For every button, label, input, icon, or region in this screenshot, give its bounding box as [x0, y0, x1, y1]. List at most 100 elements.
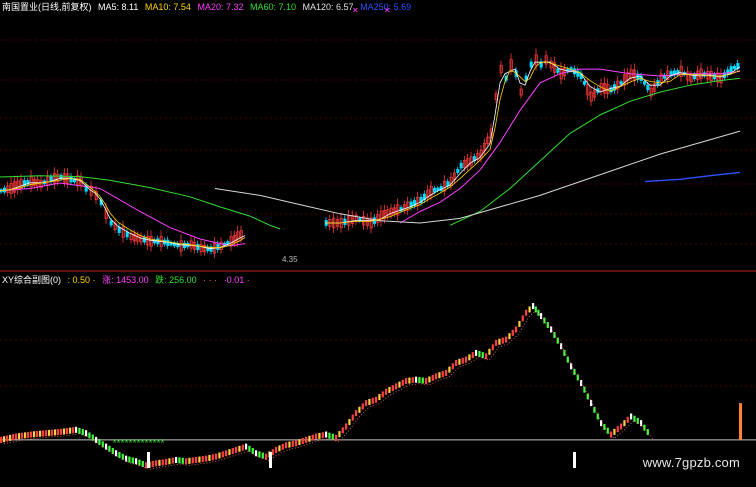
oscillator-bar [633, 415, 636, 422]
oscillator-bar [6, 435, 9, 442]
oscillator-bar [613, 428, 616, 435]
candle [619, 81, 623, 85]
oscillator-bar [295, 440, 298, 447]
oscillator-bar [501, 337, 504, 344]
oscillator-bar [371, 397, 374, 404]
oscillator-bar [131, 457, 134, 464]
oscillator-bar [455, 359, 458, 366]
oscillator-bar [301, 438, 304, 445]
oscillator-bar [305, 436, 308, 443]
candle [69, 176, 73, 183]
ma5-line [325, 61, 741, 224]
ma20-line [0, 182, 246, 247]
oscillator-bar [341, 427, 344, 434]
oscillator-bar [405, 378, 408, 385]
oscillator-bar [285, 442, 288, 449]
oscillator-bar [60, 428, 63, 435]
oscillator-bar [528, 306, 531, 313]
fall-count: 跌: 256.00 [155, 275, 197, 285]
oscillator-bar [375, 396, 378, 403]
oscillator-bar [51, 429, 54, 436]
oscillator-bar [238, 445, 241, 452]
oscillator-bar [9, 434, 12, 441]
oscillator-bar [27, 431, 30, 438]
tail-bar [739, 403, 742, 440]
oscillator-bar [291, 440, 294, 447]
oscillator-bar [105, 443, 108, 450]
oscillator-bar [521, 315, 524, 322]
oscillator-bar [57, 429, 60, 436]
oscillator-bar [54, 429, 57, 436]
oscillator-bar [331, 433, 334, 440]
oscillator-bar [428, 376, 431, 383]
oscillator-bar [596, 413, 599, 420]
oscillator-bar [368, 398, 371, 405]
oscillator-bar [191, 457, 194, 464]
oscillator-bar [288, 441, 291, 448]
marker-x-icon: ✕ [352, 6, 359, 15]
oscillator-bar [543, 317, 546, 324]
oscillator-bar [511, 329, 514, 336]
oscillator-bar [345, 423, 348, 430]
rise-count: 涨: 1453.00 [102, 275, 149, 285]
oscillator-bar [570, 363, 573, 370]
oscillator-bar [225, 450, 228, 457]
oscillator-bar [188, 457, 191, 464]
oscillator-bar [448, 366, 451, 373]
oscillator-bar [616, 426, 619, 433]
ma5-readout: MA5: 8.11 [98, 2, 139, 12]
oscillator-bar [498, 338, 501, 345]
oscillator-bar [408, 377, 411, 384]
oscillator-bar [435, 373, 438, 380]
oscillator-bar [640, 420, 643, 427]
oscillator-bar [411, 377, 414, 384]
oscillator-bar [415, 376, 418, 383]
sub-dots: · · · [203, 275, 218, 285]
oscillator-bar [0, 436, 3, 443]
oscillator-bar [481, 352, 484, 359]
candle [432, 187, 437, 193]
oscillator-bar [438, 372, 441, 379]
oscillator-bar [201, 456, 204, 463]
candle [166, 239, 170, 246]
oscillator-bar [321, 432, 324, 439]
candle [459, 162, 463, 169]
candle [125, 231, 129, 238]
oscillator-bar [178, 457, 181, 464]
oscillator-bar [451, 363, 454, 370]
oscillator-bar [308, 435, 311, 442]
oscillator-bar [553, 332, 556, 339]
oscillator-bar [24, 432, 27, 439]
candle [556, 68, 560, 73]
oscillator-bar [646, 429, 649, 436]
cross-marker: × [160, 438, 165, 445]
oscillator-bar [365, 400, 368, 407]
oscillator-bar [381, 391, 384, 398]
oscillator-bar [138, 459, 141, 466]
oscillator-bar [515, 326, 518, 333]
oscillator-bar [550, 326, 553, 333]
candle [729, 66, 733, 73]
oscillator-bar [15, 433, 18, 440]
oscillator-bar [495, 339, 498, 346]
ma60-readout: MA60: 7.10 [249, 2, 297, 12]
oscillator-bar [72, 427, 75, 434]
oscillator-bar [45, 430, 48, 437]
sub-value-1: : 0.50 · [67, 275, 96, 285]
oscillator-bar [228, 449, 231, 456]
oscillator-bar [361, 403, 364, 410]
oscillator-bar [488, 348, 491, 355]
oscillator-bar [485, 353, 488, 360]
stock-title: 南国置业(日线,前复权) [2, 2, 92, 12]
ma5-line [0, 177, 246, 250]
oscillator-bar [534, 306, 537, 313]
oscillator-bar [573, 368, 576, 375]
oscillator-bar [245, 443, 248, 450]
oscillator-bar [475, 349, 478, 356]
oscillator-bar [325, 431, 328, 438]
candle [216, 244, 220, 250]
oscillator-bar [298, 439, 301, 446]
oscillator-bar [275, 446, 278, 453]
ma120-readout: MA120: 6.57 [302, 2, 354, 12]
ma60-line [0, 175, 281, 230]
